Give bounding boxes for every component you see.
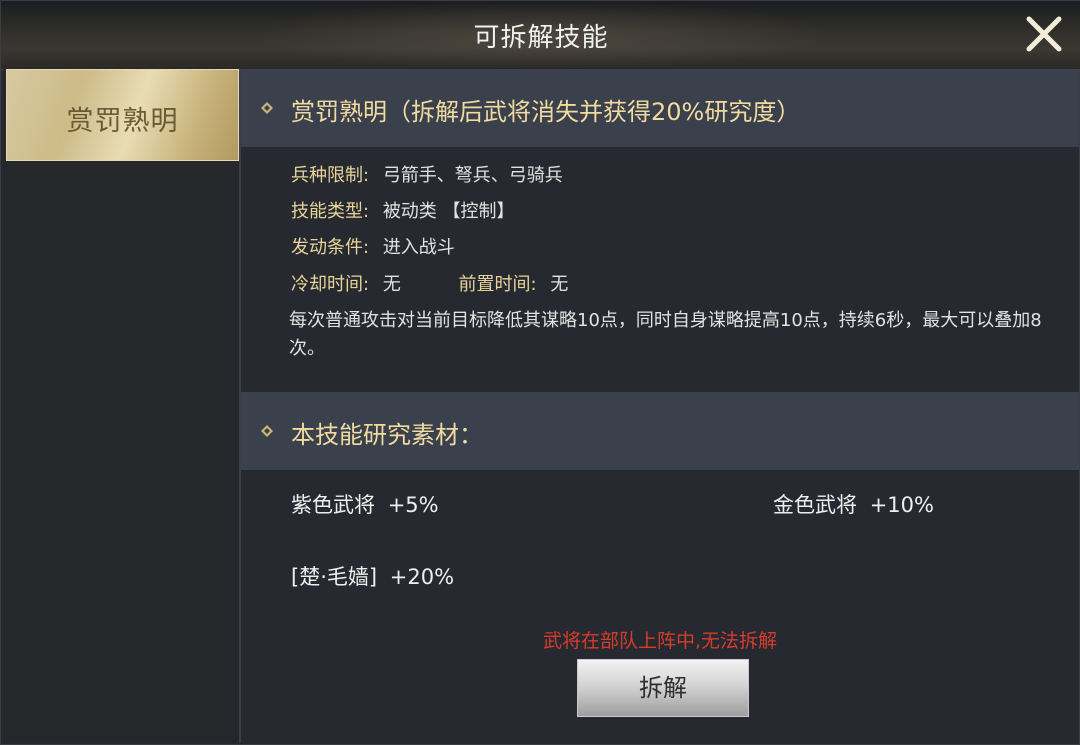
- troop-label: 兵种限制:: [291, 165, 370, 186]
- sidebar-item-label: 赏罚熟明: [66, 106, 179, 137]
- skill-header: 赏罚熟明（拆解后武将消失并获得20%研究度）: [241, 69, 1079, 147]
- type-value: 被动类 【控制】: [382, 201, 515, 222]
- trigger-label: 发动条件:: [291, 237, 370, 258]
- window-title: 可拆解技能: [473, 23, 609, 53]
- title-bar: 可拆解技能: [1, 1, 1080, 70]
- trigger-condition: 发动条件: 进入战斗: [291, 233, 455, 259]
- disassemble-button[interactable]: 拆解: [577, 659, 749, 717]
- close-button[interactable]: [1021, 11, 1067, 57]
- troop-value: 弓箭手、弩兵、弓骑兵: [382, 165, 563, 186]
- close-icon: [1026, 16, 1062, 52]
- material-name: 金色武将: [773, 493, 857, 517]
- skill-header-text: 赏罚熟明（拆解后武将消失并获得20%研究度）: [291, 98, 801, 126]
- material-name: [楚·毛嫱]: [291, 565, 378, 589]
- material-item: 金色武将 +10%: [773, 489, 934, 519]
- skill-type: 技能类型: 被动类 【控制】: [291, 197, 515, 223]
- material-name: 紫色武将: [291, 493, 375, 517]
- material-value: +20%: [389, 565, 455, 589]
- material-value: +5%: [387, 493, 439, 517]
- skill-description: 每次普通攻击对当前目标降低其谋略10点，同时自身谋略提高10点，持续6秒，最大可…: [289, 310, 1042, 359]
- troop-restriction: 兵种限制: 弓箭手、弩兵、弓骑兵: [291, 161, 563, 187]
- sidebar-item-skill[interactable]: 赏罚熟明: [6, 69, 239, 161]
- prep-value: 无: [550, 274, 569, 295]
- materials-header: 本技能研究素材：: [241, 392, 1079, 470]
- material-item: [楚·毛嫱] +20%: [291, 561, 454, 591]
- type-label: 技能类型:: [291, 201, 370, 222]
- diamond-bullet-icon: [261, 102, 273, 114]
- disassemble-skill-window: 可拆解技能 赏罚熟明 赏罚熟明（拆解后武将消失并获得20%研究度） 兵种限制: …: [0, 0, 1080, 745]
- diamond-bullet-icon: [261, 425, 273, 437]
- warning-message: 武将在部队上阵中,无法拆解: [542, 630, 778, 652]
- skill-list-sidebar: 赏罚熟明: [3, 69, 241, 743]
- material-value: +10%: [869, 493, 934, 517]
- cooldown-row: 冷却时间: 无 前置时间: 无: [291, 270, 568, 296]
- trigger-value: 进入战斗: [382, 237, 455, 258]
- prep-label: 前置时间:: [458, 274, 537, 295]
- skill-detail-panel: 赏罚熟明（拆解后武将消失并获得20%研究度） 兵种限制: 弓箭手、弩兵、弓骑兵 …: [241, 69, 1079, 743]
- materials-header-text: 本技能研究素材：: [291, 421, 483, 449]
- material-item: 紫色武将 +5%: [291, 489, 439, 519]
- cooldown-value: 无: [382, 274, 401, 295]
- cooldown-label: 冷却时间:: [291, 274, 370, 295]
